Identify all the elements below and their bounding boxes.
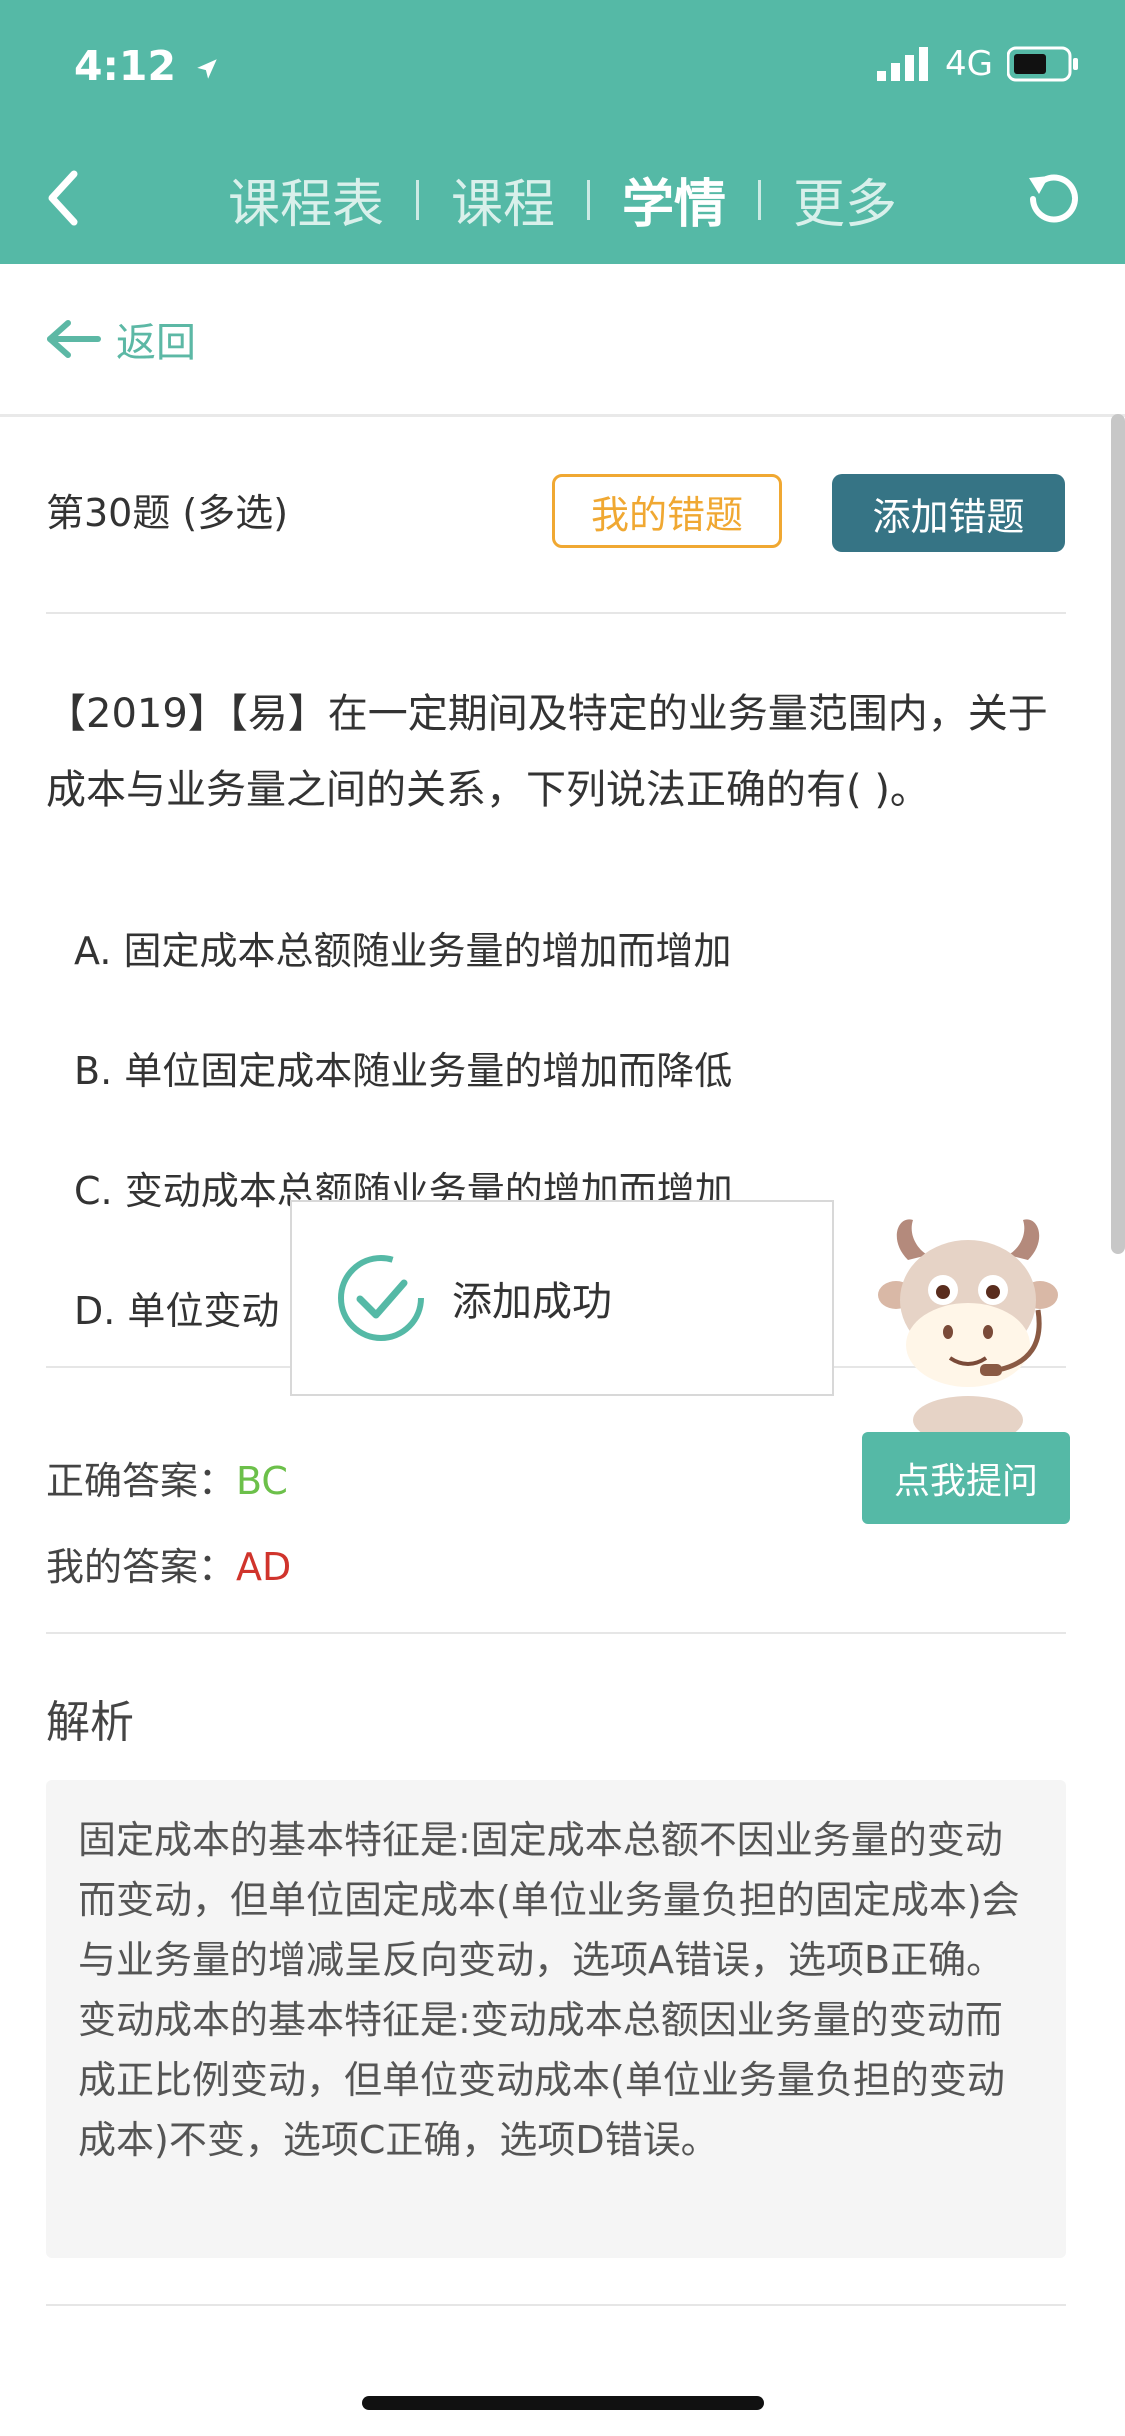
question-title: 第30题 (多选) (46, 491, 289, 535)
option-a: A. 固定成本总额随业务量的增加而增加 (74, 929, 732, 973)
ask-question-button[interactable]: 点我提问 (862, 1432, 1070, 1524)
back-label: 返回 (116, 320, 196, 366)
tab-learning-status[interactable]: 学情 (590, 162, 758, 237)
refresh-icon[interactable] (1021, 166, 1087, 232)
tab-courses[interactable]: 课程 (419, 162, 587, 237)
status-time: 4:12 (74, 42, 220, 90)
tab-schedule[interactable]: 课程表 (196, 162, 416, 237)
analysis-text: 固定成本的基本特征是:固定成本总额不因业务量的变动而变动，但单位固定成本(单位业… (46, 1780, 1066, 2258)
divider (0, 414, 1125, 417)
option-b: B. 单位固定成本随业务量的增加而降低 (74, 1049, 733, 1093)
my-answer-label: 我的答案： (46, 1545, 237, 1589)
correct-answer-row: 正确答案：BC (46, 1450, 288, 1505)
signal-icon (877, 47, 929, 81)
arrow-left-icon (47, 320, 101, 358)
question-stem: 【2019】【易】在一定期间及特定的业务量范围内，关于成本与业务量之间的关系，下… (46, 691, 1048, 813)
toast-message: 添加成功 (452, 1279, 612, 1325)
battery-icon (1007, 46, 1078, 82)
home-indicator[interactable] (362, 2396, 764, 2410)
success-toast: 添加成功 (290, 1200, 834, 1396)
correct-answer-label: 正确答案： (46, 1459, 237, 1503)
option-d: D. 单位变动 (74, 1289, 280, 1333)
network-type: 4G (945, 44, 993, 84)
top-header: 4:12 4G 课程表 课程 学情 更多 (0, 0, 1125, 264)
check-circle-icon (338, 1255, 424, 1341)
correct-answer-value: BC (236, 1459, 288, 1503)
nav-tabs: 课程表 课程 学情 更多 (0, 162, 1125, 237)
tab-more[interactable]: 更多 (761, 162, 929, 237)
divider (46, 612, 1066, 614)
divider (46, 1632, 1066, 1634)
analysis-title: 解析 (46, 1697, 134, 1748)
scrollbar[interactable] (1111, 414, 1125, 1254)
add-mistake-button[interactable]: 添加错题 (832, 474, 1065, 552)
divider (46, 2304, 1066, 2306)
my-answer-value: AD (236, 1545, 292, 1589)
location-arrow-icon (197, 59, 218, 79)
back-link[interactable]: 返回 (44, 310, 196, 368)
status-indicators: 4G (877, 44, 1079, 84)
cow-mascot-icon[interactable] (868, 1210, 1068, 1435)
my-mistakes-button[interactable]: 我的错题 (552, 474, 782, 548)
my-answer-row: 我的答案：AD (46, 1536, 291, 1591)
